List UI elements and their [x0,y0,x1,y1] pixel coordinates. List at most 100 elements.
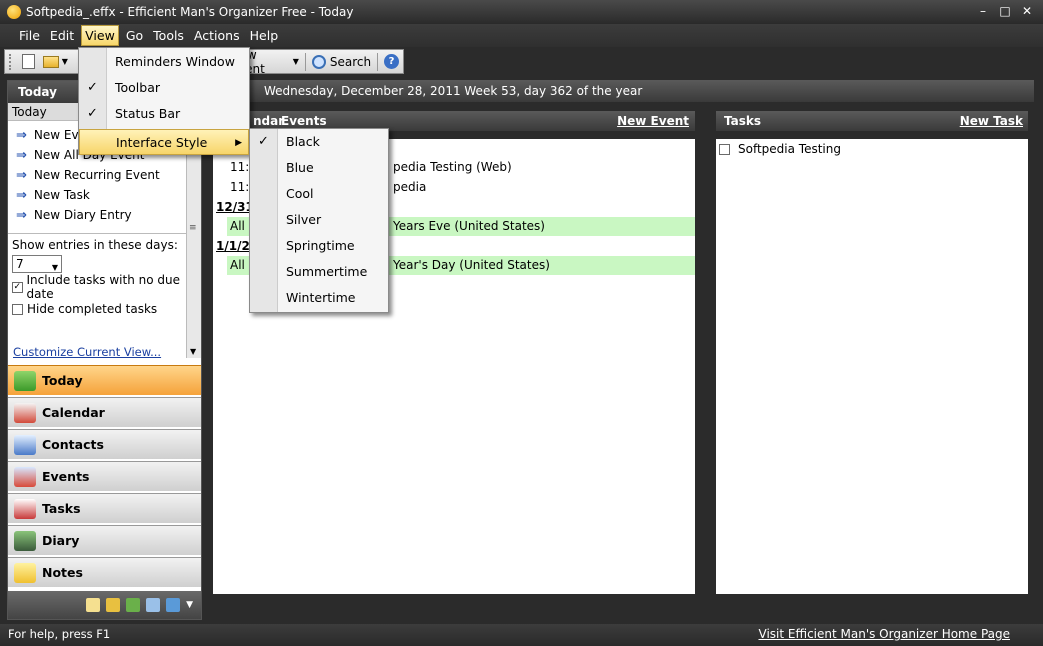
checkbox-icon[interactable] [719,143,730,155]
hide-completed-checkbox[interactable]: Hide completed tasks [8,301,201,317]
new-task-link[interactable]: ⇒ New Task [8,185,186,205]
style-item-wintertime[interactable]: Wintertime [250,285,388,311]
task-title: Softpedia Testing [738,142,841,156]
menu-item-toolbar[interactable]: ✓ Toolbar [79,75,249,101]
refresh-icon[interactable] [166,598,181,612]
nav-label: Diary [42,533,80,548]
interface-style-submenu: ✓ Black Blue Cool Silver Springtime Summe… [249,128,389,313]
action-label: New Task [33,188,90,202]
menu-item-reminders-window[interactable]: Reminders Window [79,49,249,75]
style-label: Wintertime [286,290,356,305]
menu-actions[interactable]: Actions [191,26,243,45]
days-select[interactable]: 7 ▼ [12,255,62,273]
style-item-blue[interactable]: Blue [250,155,388,181]
include-tasks-checkbox[interactable]: ✓ Include tasks with no due date [8,273,201,301]
shortcut-icon[interactable] [86,598,101,612]
title-bar: Softpedia_.effx - Efficient Man's Organi… [0,0,1043,24]
calendar-icon [14,402,36,423]
menu-help[interactable]: Help [247,26,282,45]
tasks-header: Tasks New Task [716,111,1028,131]
check-icon: ✓ [258,134,269,149]
arrow-right-icon: ⇒ [16,147,27,163]
style-item-springtime[interactable]: Springtime [250,233,388,259]
event-title: pedia [393,180,427,194]
style-item-black[interactable]: ✓ Black [250,129,388,155]
search-button[interactable]: Search [308,51,375,72]
chevron-down-icon[interactable]: ▼ [186,600,193,610]
new-button[interactable] [18,51,39,72]
chevron-down-icon: ▼ [51,263,58,272]
style-item-summertime[interactable]: Summertime [250,259,388,285]
nav-events[interactable]: Events [8,461,201,491]
days-value: 7 [16,257,24,271]
menu-bar: File Edit View Go Tools Actions Help [0,24,1043,47]
event-title: Year's Day (United States) [393,258,550,272]
style-label: Summertime [286,264,368,279]
style-item-silver[interactable]: Silver [250,207,388,233]
check-icon: ✓ [87,80,98,95]
toolbar-grip[interactable] [9,53,14,70]
globe-icon[interactable] [126,598,141,612]
tasks-icon [14,498,36,519]
include-tasks-label: Include tasks with no due date [26,273,180,301]
menu-item-status-bar[interactable]: ✓ Status Bar [79,101,249,127]
action-label: New Diary Entry [33,208,132,222]
window-title: Softpedia_.effx - Efficient Man's Organi… [26,5,354,19]
tasks-list: Softpedia Testing [716,139,1028,594]
minimize-icon[interactable]: – [975,4,991,19]
nav-notes[interactable]: Notes [8,557,201,587]
new-diary-entry-link[interactable]: ⇒ New Diary Entry [8,205,186,225]
maximize-icon[interactable]: □ [997,4,1013,19]
menu-edit[interactable]: Edit [47,26,77,45]
nav-label: Calendar [42,405,105,420]
nav-calendar[interactable]: Calendar [8,397,201,427]
new-recurring-event-link[interactable]: ⇒ New Recurring Event [8,165,186,185]
task-row[interactable]: Softpedia Testing [716,139,1028,156]
new-task-header-link[interactable]: New Task [960,111,1023,131]
menu-go[interactable]: Go [123,26,146,45]
search-icon[interactable] [146,598,161,612]
help-icon: ? [384,54,400,69]
diary-icon [14,530,36,551]
nav-label: Tasks [42,501,81,516]
menu-view[interactable]: View [81,25,119,46]
home-page-link[interactable]: Visit Efficient Man's Organizer Home Pag… [759,624,1011,644]
toolbar-separator [377,52,379,71]
scroll-grip-icon: ≡ [189,223,197,233]
events-icon [14,466,36,487]
nav-diary[interactable]: Diary [8,525,201,555]
arrow-right-icon: ⇒ [16,187,27,203]
check-icon: ✓ [87,106,98,121]
menu-item-label: Status Bar [115,106,181,121]
scroll-down-icon[interactable]: ▼ [190,347,196,356]
menu-file[interactable]: File [16,26,43,45]
chevron-down-icon: ▼ [292,57,299,66]
event-time: All [230,258,245,272]
current-date: Wednesday, December 28, 2011 Week 53, da… [264,84,643,98]
nav-label: Today [42,373,83,388]
new-event-header-link[interactable]: New Event [617,111,689,131]
close-icon[interactable]: ✕ [1019,4,1035,19]
nav-contacts[interactable]: Contacts [8,429,201,459]
style-item-cool[interactable]: Cool [250,181,388,207]
contacts-icon [14,434,36,455]
action-label: New Recurring Event [33,168,160,182]
submenu-arrow-icon: ▶ [235,138,242,148]
nav-tasks[interactable]: Tasks [8,493,201,523]
arrow-right-icon: ⇒ [16,167,27,183]
key-icon[interactable] [106,598,121,612]
notes-icon [14,562,36,583]
checkbox-checked-icon: ✓ [12,281,23,293]
help-button[interactable]: ? [380,51,403,72]
home-icon [14,370,36,391]
menu-item-interface-style[interactable]: Interface Style ▶ [79,129,249,155]
chevron-down-icon: ▼ [61,57,68,66]
menu-tools[interactable]: Tools [150,26,187,45]
style-label: Silver [286,212,322,227]
customize-view-link[interactable]: Customize Current View... [13,345,161,359]
open-button[interactable]: ▼ [39,51,72,72]
arrow-right-icon: ⇒ [16,207,27,223]
event-title: pedia Testing (Web) [393,160,512,174]
status-bar: For help, press F1 Visit Efficient Man's… [0,624,1043,646]
nav-today[interactable]: Today [8,365,201,395]
